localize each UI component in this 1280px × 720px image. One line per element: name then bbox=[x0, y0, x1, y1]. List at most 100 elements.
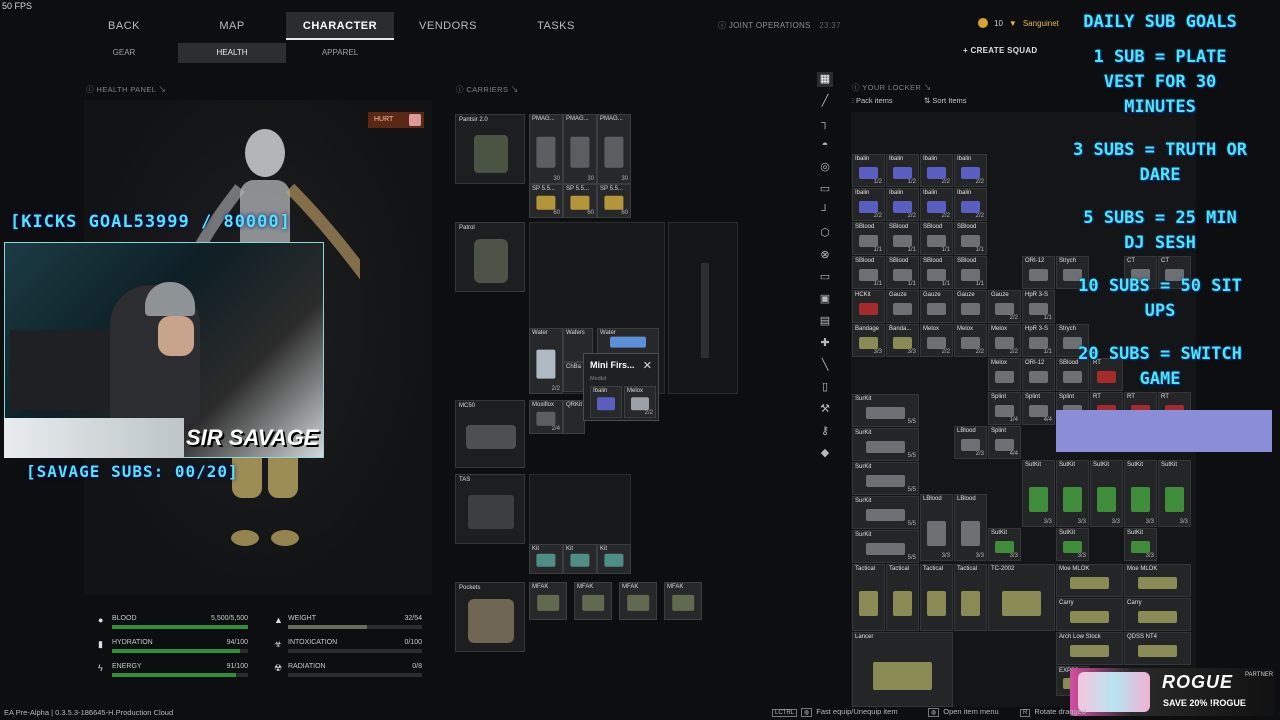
locker-item[interactable]: SutKit 3/3 bbox=[1056, 528, 1089, 561]
locker-item[interactable]: SurKit 5/5 bbox=[852, 496, 919, 529]
locker-item[interactable]: Gauze 2/2 bbox=[988, 290, 1021, 323]
case-icon[interactable]: ▭ bbox=[817, 270, 833, 285]
locker-item[interactable]: ORI-12 bbox=[1022, 358, 1055, 391]
locker-item[interactable]: Ibalin 2/2 bbox=[886, 188, 919, 221]
bottle-icon[interactable]: ▯ bbox=[817, 380, 833, 395]
mfak-item[interactable]: MFAK bbox=[619, 582, 657, 620]
rifle-icon[interactable]: ╱ bbox=[817, 94, 833, 109]
locker-item[interactable]: SBlood 1/1 bbox=[852, 256, 885, 289]
locker-item[interactable]: SutKit 3/3 bbox=[1056, 460, 1089, 527]
box-icon[interactable]: ⬡ bbox=[817, 226, 833, 241]
locker-item[interactable]: HCKit bbox=[852, 290, 885, 323]
locker-item[interactable]: Gauze bbox=[954, 290, 987, 323]
carrier-tas[interactable]: TAS bbox=[455, 474, 525, 544]
locker-item[interactable]: Splint 4/4 bbox=[988, 426, 1021, 459]
target-icon[interactable]: ◎ bbox=[817, 160, 833, 175]
mag-slot[interactable]: PMAG... 30 bbox=[563, 114, 597, 184]
helmet-icon[interactable]: ◓ bbox=[817, 138, 833, 153]
mfak-item[interactable]: MFAK bbox=[574, 582, 612, 620]
locker-item[interactable]: Splint 4/4 bbox=[1022, 392, 1055, 425]
mag-slot[interactable]: PMAG... 30 bbox=[529, 114, 563, 184]
locker-item[interactable]: Lancer bbox=[852, 632, 953, 707]
carrier-pockets[interactable]: Pockets bbox=[455, 582, 525, 652]
carrier-patrol[interactable]: Patrol bbox=[455, 222, 525, 292]
create-squad-button[interactable]: + CREATE SQUAD bbox=[963, 46, 1038, 55]
locker-item[interactable]: Moe MLOK bbox=[1124, 564, 1191, 597]
mfak-item[interactable]: MFAK bbox=[529, 582, 567, 620]
sort-items-button[interactable]: ⇅ Sort Items bbox=[924, 96, 967, 105]
locker-item[interactable]: SBlood 1/1 bbox=[954, 222, 987, 255]
locker-item[interactable]: SutKit 3/3 bbox=[988, 528, 1021, 561]
backpack-icon[interactable]: ▤ bbox=[817, 314, 833, 329]
locker-item[interactable]: Tactical bbox=[954, 564, 987, 631]
water-item[interactable]: Water 2/2 bbox=[529, 328, 563, 394]
locker-item[interactable]: Tactical bbox=[886, 564, 919, 631]
ammo-slot[interactable]: SP 5.5... 60 bbox=[529, 184, 563, 218]
locker-item[interactable]: SurKit 5/5 bbox=[852, 394, 919, 427]
locker-item[interactable]: SBlood 1/1 bbox=[852, 222, 885, 255]
locker-item[interactable]: LBlood 3/3 bbox=[954, 494, 987, 561]
subtab-apparel[interactable]: APPAREL bbox=[286, 43, 394, 63]
tab-back[interactable]: BACK bbox=[70, 12, 178, 40]
knife-icon[interactable]: ╲ bbox=[817, 358, 833, 373]
key-icon[interactable]: ⚷ bbox=[817, 424, 833, 439]
popup-item-melox[interactable]: Melox 2/2 bbox=[624, 386, 656, 418]
chocolate-item[interactable]: ChBa bbox=[563, 362, 585, 392]
locker-item[interactable]: Ibalin 2/2 bbox=[920, 154, 953, 187]
locker-item[interactable]: Tactical bbox=[852, 564, 885, 631]
kit-item[interactable]: Kit bbox=[597, 544, 631, 574]
locker-item[interactable]: Ibalin 1/2 bbox=[852, 154, 885, 187]
moxiflox-item[interactable]: Moxiflox 2/4 bbox=[529, 400, 563, 434]
carrier-mc50[interactable]: MC50 bbox=[455, 400, 525, 468]
misc-icon[interactable]: ◆ bbox=[817, 446, 833, 461]
vest-icon[interactable]: ▣ bbox=[817, 292, 833, 307]
magazine-icon[interactable]: ▭ bbox=[817, 182, 833, 197]
locker-item[interactable]: Ibalin 2/2 bbox=[920, 188, 953, 221]
locker-item[interactable]: Gauze bbox=[886, 290, 919, 323]
locker-item[interactable]: HpR 3-S 1/1 bbox=[1022, 290, 1055, 323]
gun-part-icon[interactable]: ┘ bbox=[817, 204, 833, 219]
locker-item[interactable]: SBlood 1/1 bbox=[920, 222, 953, 255]
locker-item[interactable]: SurKit 5/5 bbox=[852, 428, 919, 461]
kit-item[interactable]: Kit bbox=[529, 544, 563, 574]
pistol-icon[interactable]: ┐ bbox=[817, 116, 833, 131]
water-item[interactable]: Water bbox=[597, 328, 659, 354]
locker-item[interactable]: Ibalin 2/2 bbox=[954, 188, 987, 221]
locker-item[interactable]: TC-2002 bbox=[988, 564, 1055, 631]
subtab-health[interactable]: HEALTH bbox=[178, 43, 286, 63]
username[interactable]: Sanguinet bbox=[1023, 19, 1059, 28]
locker-item[interactable]: Moe MLOK bbox=[1056, 564, 1123, 597]
pack-items-button[interactable]: ⫶ Pack items bbox=[852, 96, 893, 106]
locker-item[interactable]: Carry bbox=[1056, 598, 1123, 631]
locker-item[interactable]: Melox bbox=[988, 358, 1021, 391]
popup-item-ibalin[interactable]: Ibalin bbox=[590, 386, 622, 418]
locker-item[interactable]: Melox 2/2 bbox=[920, 324, 953, 357]
medical-icon[interactable]: ✚ bbox=[817, 336, 833, 351]
locker-item[interactable]: Ibalin 1/2 bbox=[886, 154, 919, 187]
locker-item[interactable]: SurKit 5/5 bbox=[852, 530, 919, 563]
ammo-slot[interactable]: SP 5.5... 60 bbox=[597, 184, 631, 218]
locker-item[interactable]: Banda... 3/3 bbox=[886, 324, 919, 357]
locker-item[interactable]: SBlood 1/1 bbox=[886, 222, 919, 255]
locker-item[interactable]: SBlood 1/1 bbox=[920, 256, 953, 289]
tab-tasks[interactable]: TASKS bbox=[502, 12, 610, 40]
locker-item[interactable]: SutKit 3/3 bbox=[1124, 528, 1157, 561]
locker-item[interactable]: Gauze bbox=[920, 290, 953, 323]
locker-item[interactable]: SBlood 1/1 bbox=[886, 256, 919, 289]
qrkit-item[interactable]: QRKit bbox=[563, 400, 585, 434]
grid-icon[interactable]: ▦ bbox=[817, 72, 833, 87]
locker-item[interactable]: Tactical bbox=[920, 564, 953, 631]
locker-item[interactable]: LBlood 2/3 bbox=[954, 426, 987, 459]
locker-item[interactable]: Bandage 3/3 bbox=[852, 324, 885, 357]
locker-item[interactable]: Melox 2/2 bbox=[988, 324, 1021, 357]
locker-item[interactable]: Arch Low Stock bbox=[1056, 632, 1123, 665]
locker-item[interactable]: Ibalin 2/2 bbox=[852, 188, 885, 221]
binoculars-icon[interactable]: ⊗ bbox=[817, 248, 833, 263]
locker-item[interactable]: Melox 2/2 bbox=[954, 324, 987, 357]
locker-item[interactable]: SutKit 3/3 bbox=[1022, 460, 1055, 527]
locker-item[interactable]: Carry bbox=[1124, 598, 1191, 631]
locker-item[interactable]: SutKit 3/3 bbox=[1090, 460, 1123, 527]
tools-icon[interactable]: ⚒ bbox=[817, 402, 833, 417]
tab-character[interactable]: CHARACTER bbox=[286, 12, 394, 40]
locker-item[interactable]: Ibalin 2/2 bbox=[954, 154, 987, 187]
